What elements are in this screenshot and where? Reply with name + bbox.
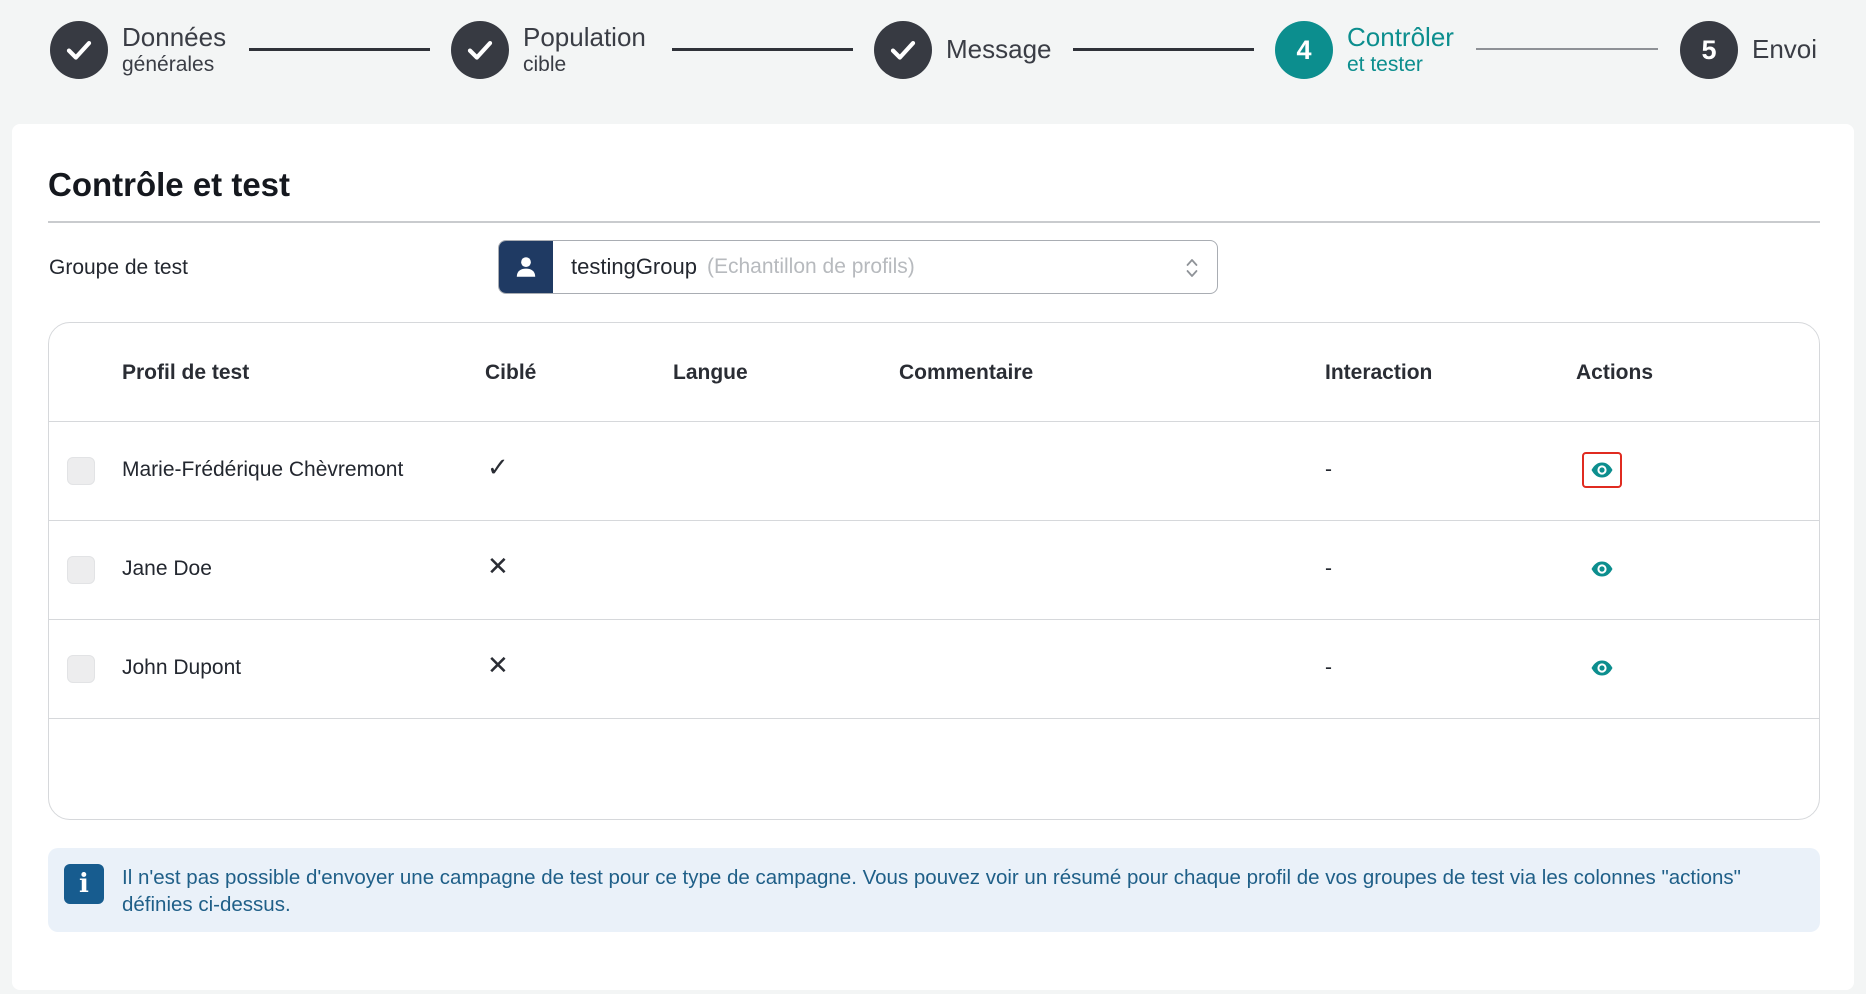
column-header-profile[interactable]: Profil de test	[122, 361, 249, 385]
not-targeted-cross-icon: ✕	[487, 551, 509, 581]
eye-icon	[1591, 462, 1613, 478]
step-send[interactable]: 5 Envoi	[1680, 20, 1817, 80]
row-checkbox[interactable]	[67, 457, 95, 485]
test-group-label: Groupe de test	[49, 256, 188, 279]
step-message[interactable]: Message	[874, 20, 1052, 80]
step-title: Envoi	[1752, 34, 1818, 65]
table-row: Jane Doe ✕ -	[49, 521, 1819, 620]
info-banner: i Il n'est pas possible d'envoyer une ca…	[48, 848, 1820, 932]
control-test-card: Contrôle et test Groupe de test testingG…	[12, 124, 1854, 990]
column-header-language[interactable]: Langue	[673, 361, 748, 385]
divider	[48, 221, 1820, 223]
interaction-cell: -	[1325, 656, 1332, 679]
table-header: Profil de test Ciblé Langue Commentaire …	[49, 323, 1819, 422]
test-group-select[interactable]: testingGroup (Echantillon de profils)	[498, 240, 1218, 294]
profile-name: John Dupont	[122, 656, 242, 679]
info-icon: i	[64, 864, 104, 904]
step-title: Contrôler	[1347, 22, 1454, 53]
step-connector	[1476, 48, 1658, 50]
step-general-data[interactable]: Données générales	[50, 20, 226, 80]
page-title: Contrôle et test	[48, 166, 291, 203]
column-header-actions: Actions	[1576, 361, 1654, 384]
step-title: Population	[523, 22, 646, 53]
step-title: Message	[946, 34, 1052, 65]
updown-chevron-icon	[1186, 259, 1198, 277]
table-row: Marie-Frédérique Chèvremont ✓ -	[49, 422, 1819, 521]
select-value: testingGroup	[571, 254, 697, 279]
row-checkbox[interactable]	[67, 655, 95, 683]
check-icon	[50, 21, 108, 79]
column-header-targeted[interactable]: Ciblé	[485, 361, 536, 385]
select-hint: (Echantillon de profils)	[706, 255, 915, 278]
step-number-badge: 4	[1275, 21, 1333, 79]
view-profile-button[interactable]	[1584, 553, 1620, 585]
interaction-cell: -	[1325, 458, 1332, 481]
eye-icon	[1591, 561, 1613, 577]
test-profiles-table: Profil de test Ciblé Langue Commentaire …	[48, 322, 1820, 820]
step-title: Données	[122, 22, 227, 53]
step-subtitle: et tester	[1347, 52, 1423, 76]
profile-name: Marie-Frédérique Chèvremont	[122, 458, 404, 481]
user-icon	[499, 241, 553, 293]
campaign-stepper: Données générales Population cible Messa…	[0, 0, 1866, 118]
step-connector	[1073, 48, 1254, 51]
targeted-check-icon: ✓	[487, 452, 509, 482]
column-header-comment[interactable]: Commentaire	[899, 361, 1033, 385]
check-icon	[874, 21, 932, 79]
view-profile-button[interactable]	[1584, 652, 1620, 684]
step-control-and-test[interactable]: 4 Contrôler et tester	[1275, 20, 1454, 80]
step-connector	[672, 48, 853, 51]
row-checkbox[interactable]	[67, 556, 95, 584]
step-target-population[interactable]: Population cible	[451, 20, 646, 80]
not-targeted-cross-icon: ✕	[487, 650, 509, 680]
info-message: Il n'est pas possible d'envoyer une camp…	[122, 866, 1741, 916]
step-connector	[249, 48, 430, 51]
step-number-badge: 5	[1680, 21, 1738, 79]
step-subtitle: générales	[122, 52, 215, 76]
step-subtitle: cible	[523, 52, 567, 76]
column-header-interaction[interactable]: Interaction	[1325, 361, 1432, 385]
interaction-cell: -	[1325, 557, 1332, 580]
view-profile-button[interactable]	[1582, 452, 1622, 488]
check-icon	[451, 21, 509, 79]
eye-icon	[1591, 660, 1613, 676]
table-row: John Dupont ✕ -	[49, 620, 1819, 719]
profile-name: Jane Doe	[122, 557, 212, 580]
